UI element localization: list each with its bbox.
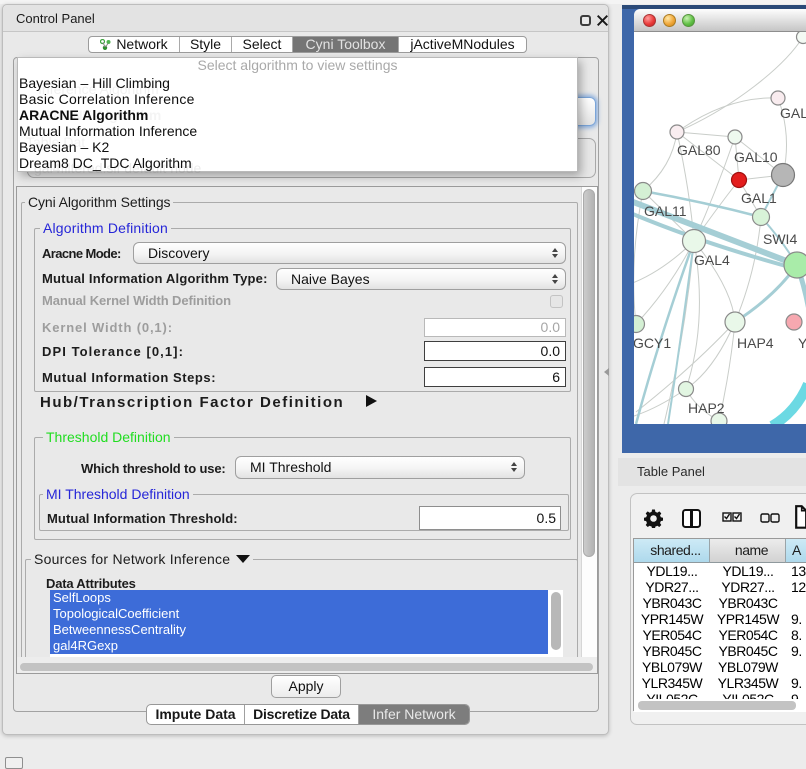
svg-text:GAL80: GAL80: [677, 142, 721, 158]
svg-text:GCY1: GCY1: [634, 335, 671, 351]
svg-text:HAP4: HAP4: [737, 335, 774, 351]
svg-text:GAL10: GAL10: [734, 149, 778, 165]
svg-text:GAL4: GAL4: [694, 252, 730, 268]
svg-text:Y: Y: [798, 335, 806, 351]
svg-text:GAL1: GAL1: [741, 190, 777, 206]
svg-text:SWI4: SWI4: [763, 231, 797, 247]
svg-text:GAL: GAL: [780, 105, 806, 121]
svg-text:HAP2: HAP2: [688, 400, 725, 416]
svg-text:GAL11: GAL11: [644, 203, 687, 219]
